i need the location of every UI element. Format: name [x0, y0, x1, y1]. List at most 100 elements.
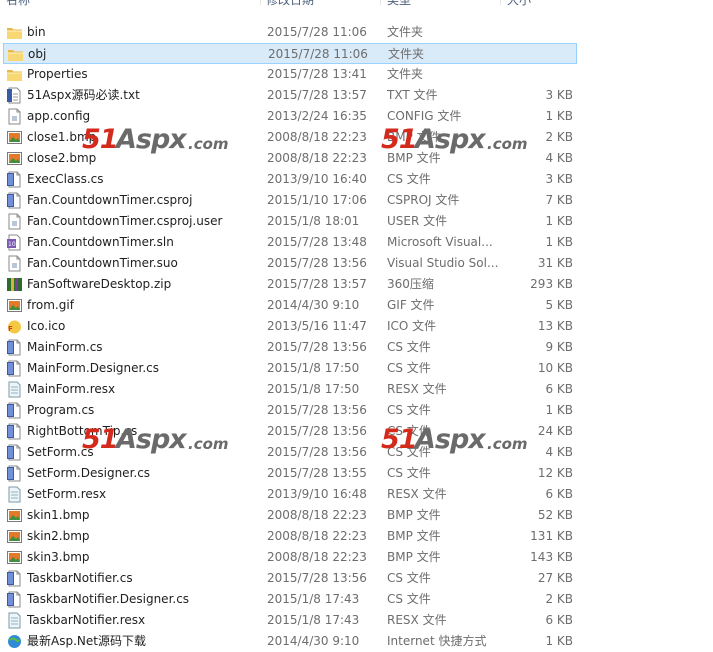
- cs-file-icon: [6, 360, 23, 377]
- file-date: 2015/7/28 13:55: [267, 466, 367, 480]
- file-name: MainForm.resx: [27, 382, 116, 396]
- file-row[interactable]: bin 2015/7/28 11:06 文件夹: [3, 22, 577, 43]
- file-type: BMP 文件: [387, 529, 441, 543]
- text-file-icon: [6, 87, 23, 104]
- file-row[interactable]: TaskbarNotifier.Designer.cs 2015/1/8 17:4…: [3, 589, 577, 610]
- file-name: TaskbarNotifier.cs: [27, 571, 133, 585]
- file-name: MainForm.cs: [27, 340, 103, 354]
- folder-icon: [6, 66, 23, 83]
- file-row[interactable]: SetForm.Designer.cs 2015/7/28 13:55 CS 文件 1…: [3, 463, 577, 484]
- folder-icon: [6, 24, 23, 41]
- file-type: CS 文件: [387, 466, 431, 480]
- file-name: Fan.CountdownTimer.sln: [27, 235, 174, 249]
- file-row[interactable]: TaskbarNotifier.cs 2015/7/28 13:56 CS 文件 27…: [3, 568, 577, 589]
- file-type: 360压缩: [387, 277, 434, 291]
- column-size-header[interactable]: 大小: [507, 0, 531, 9]
- file-row[interactable]: skin3.bmp 2008/8/18 22:23 BMP 文件 143 KB: [3, 547, 577, 568]
- file-name: skin3.bmp: [27, 550, 90, 564]
- file-name: TaskbarNotifier.resx: [27, 613, 146, 627]
- file-date: 2013/5/16 11:47: [267, 319, 367, 333]
- cs-file-icon: [6, 171, 23, 188]
- cs-file-icon: [6, 570, 23, 587]
- file-row[interactable]: Fan.CountdownTimer.csproj.user 2015/1/8 1…: [3, 211, 577, 232]
- file-size: 52 KB: [537, 508, 573, 522]
- column-name-header[interactable]: 名称: [6, 0, 30, 9]
- file-row[interactable]: ExecClass.cs 2013/9/10 16:40 CS 文件 3 KB: [3, 169, 577, 190]
- file-size: 12 KB: [537, 466, 573, 480]
- file-date: 2015/1/10 17:06: [267, 193, 367, 207]
- file-name: 51Aspx源码必读.txt: [27, 88, 140, 102]
- file-row[interactable]: Fan.CountdownTimer.suo 2015/7/28 13:56 Vis…: [3, 253, 577, 274]
- file-type: CS 文件: [387, 361, 431, 375]
- image-file-icon: [6, 297, 23, 314]
- file-date: 2015/7/28 13:56: [267, 571, 367, 585]
- file-size: 3 KB: [545, 172, 573, 186]
- image-file-icon: [6, 150, 23, 167]
- file-date: 2015/1/8 17:43: [267, 613, 360, 627]
- column-divider[interactable]: [380, 0, 381, 5]
- file-type: CS 文件: [387, 571, 431, 585]
- file-row[interactable]: from.gif 2014/4/30 9:10 GIF 文件 5 KB: [3, 295, 577, 316]
- file-type: Microsoft Visual...: [387, 235, 493, 249]
- file-type: CSPROJ 文件: [387, 193, 460, 207]
- file-row[interactable]: F Ico.ico 2013/5/16 11:47 ICO 文件 13 KB: [3, 316, 577, 337]
- file-row[interactable]: FanSoftwareDesktop.zip 2015/7/28 13:57 360…: [3, 274, 577, 295]
- file-size: 1 KB: [545, 235, 573, 249]
- file-type: RESX 文件: [387, 487, 447, 501]
- column-divider[interactable]: [500, 0, 501, 5]
- file-date: 2015/7/28 13:57: [267, 277, 367, 291]
- file-row[interactable]: Properties 2015/7/28 13:41 文件夹: [3, 64, 577, 85]
- file-row[interactable]: MainForm.Designer.cs 2015/1/8 17:50 CS 文件 1…: [3, 358, 577, 379]
- file-row[interactable]: 51Aspx源码必读.txt 2015/7/28 13:57 TXT 文件 3 KB: [3, 85, 577, 106]
- file-date: 2015/7/28 13:48: [267, 235, 367, 249]
- file-row[interactable]: SetForm.resx 2013/9/10 16:48 RESX 文件 6 KB: [3, 484, 577, 505]
- file-size: [499, 64, 573, 85]
- file-date: 2015/7/28 13:57: [267, 88, 367, 102]
- file-type: Visual Studio Sol...: [387, 256, 499, 270]
- file-name: FanSoftwareDesktop.zip: [27, 277, 172, 291]
- column-divider[interactable]: [260, 0, 261, 5]
- file-name: Fan.CountdownTimer.csproj: [27, 193, 193, 207]
- zip-file-icon: [6, 276, 23, 293]
- column-date-header[interactable]: 修改日期: [266, 0, 314, 9]
- generic-file-icon: [6, 255, 23, 272]
- file-date: 2013/9/10 16:48: [267, 487, 367, 501]
- file-type: 文件夹: [387, 25, 424, 39]
- file-size: 131 KB: [530, 529, 573, 543]
- watermark-logo: 51 Aspx .com: [82, 424, 229, 455]
- file-name: ExecClass.cs: [27, 172, 104, 186]
- file-date: 2015/1/8 17:50: [267, 361, 360, 375]
- file-row[interactable]: MainForm.cs 2015/7/28 13:56 CS 文件 9 KB: [3, 337, 577, 358]
- file-name: MainForm.Designer.cs: [27, 361, 159, 375]
- file-date: 2015/1/8 18:01: [267, 214, 360, 228]
- svg-text:F: F: [8, 325, 13, 333]
- file-row[interactable]: obj 2015/7/28 11:06 文件夹: [3, 43, 577, 64]
- file-type: CS 文件: [387, 340, 431, 354]
- file-type: ICO 文件: [387, 319, 437, 333]
- file-size: 143 KB: [530, 550, 573, 564]
- column-type-header[interactable]: 类型: [387, 0, 411, 9]
- file-size: 6 KB: [545, 487, 573, 501]
- file-size: 1 KB: [545, 403, 573, 417]
- file-type: 文件夹: [387, 67, 424, 81]
- file-row[interactable]: 10 Fan.CountdownTimer.sln 2015/7/28 13:48 M…: [3, 232, 577, 253]
- solution-file-icon: 10: [6, 234, 23, 251]
- file-size: 31 KB: [537, 256, 573, 270]
- file-type: GIF 文件: [387, 298, 435, 312]
- file-type: BMP 文件: [387, 508, 441, 522]
- file-row[interactable]: skin1.bmp 2008/8/18 22:23 BMP 文件 52 KB: [3, 505, 577, 526]
- file-date: 2013/2/24 16:35: [267, 109, 367, 123]
- file-size: 6 KB: [545, 613, 573, 627]
- file-row[interactable]: Fan.CountdownTimer.csproj 2015/1/10 17:06…: [3, 190, 577, 211]
- file-date: 2008/8/18 22:23: [267, 151, 367, 165]
- file-type: BMP 文件: [387, 550, 441, 564]
- file-row[interactable]: MainForm.resx 2015/1/8 17:50 RESX 文件 6 KB: [3, 379, 577, 400]
- file-size: 10 KB: [537, 361, 573, 375]
- file-size: 7 KB: [545, 193, 573, 207]
- file-row[interactable]: TaskbarNotifier.resx 2015/1/8 17:43 RESX 文…: [3, 610, 577, 631]
- file-name: bin: [27, 25, 46, 39]
- file-date: 2015/1/8 17:50: [267, 382, 360, 396]
- file-row[interactable]: Program.cs 2015/7/28 13:56 CS 文件 1 KB: [3, 400, 577, 421]
- file-name: Properties: [27, 67, 88, 81]
- file-row[interactable]: skin2.bmp 2008/8/18 22:23 BMP 文件 131 KB: [3, 526, 577, 547]
